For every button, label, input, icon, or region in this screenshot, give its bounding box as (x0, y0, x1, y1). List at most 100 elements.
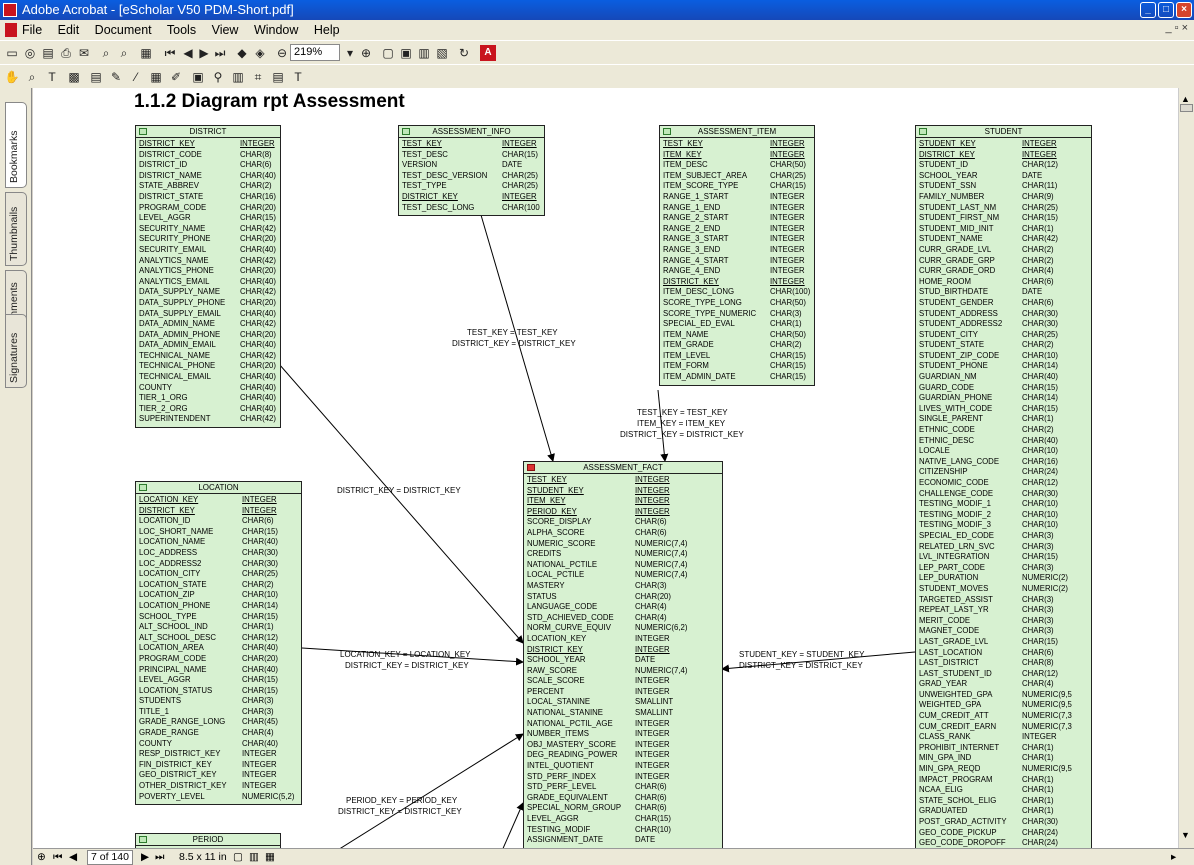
column-name: CUM_CREDIT_EARN (919, 721, 997, 731)
column-name: SCORE_DISPLAY (527, 517, 592, 527)
text-select-icon[interactable]: T (44, 69, 60, 85)
organizer-icon[interactable]: ◎ (22, 45, 38, 61)
scroll-right-icon[interactable]: ▸ (1171, 849, 1176, 865)
menu-document[interactable]: Document (95, 23, 152, 37)
last-page-icon[interactable]: ⏭ (212, 45, 228, 61)
column-type: CHAR(40) (242, 537, 278, 547)
column-name: ITEM_NAME (663, 329, 709, 339)
stamp-tool-icon[interactable]: ▦ (148, 69, 164, 85)
text-touchup-icon[interactable]: T (290, 69, 306, 85)
tab-thumbnails[interactable]: Thumbnails (5, 192, 27, 266)
table-icon (139, 836, 147, 843)
document-window-controls[interactable]: _ ▫ × (1165, 22, 1188, 34)
continuous-icon[interactable]: ▥ (249, 849, 259, 865)
status-nav-icon[interactable]: ⊕ (37, 849, 46, 865)
column-type: CHAR(15) (1022, 213, 1058, 223)
actual-size-icon[interactable]: ▢ (380, 45, 396, 61)
crop-tool-icon[interactable]: ⌗ (250, 69, 266, 85)
facing-icon[interactable]: ▦ (265, 849, 275, 865)
email-icon[interactable]: ✉ (76, 45, 92, 61)
column-type: CHAR(15) (635, 814, 671, 823)
next-page-icon[interactable]: ▶ (196, 45, 212, 61)
table-student: STUDENT STUDENT_KEY INTEGER DISTRICT_KEY INT… (915, 125, 1092, 848)
menu-help[interactable]: Help (314, 23, 340, 37)
line-tool-icon[interactable]: ⁄ (128, 69, 144, 85)
document-page[interactable]: 1.1.2 Diagram rpt Assessment DISTRICT DIS… (33, 88, 1178, 848)
column-type: CHAR(10) (635, 824, 671, 834)
first-page-icon[interactable]: ⏮ (162, 45, 178, 61)
column-name: STUDENT_FIRST_NM (919, 213, 1000, 223)
menu-window[interactable]: Window (254, 23, 298, 37)
menu-edit[interactable]: Edit (58, 23, 80, 37)
column-type: CHAR(20) (635, 591, 671, 601)
column-row: ALT_SCHOOL_IND CHAR(1) (136, 622, 301, 633)
minimize-icon[interactable]: _ (1140, 2, 1156, 18)
fit-page-icon[interactable]: ▣ (398, 45, 414, 61)
column-row: POST_GRAD_ACTIVITY CHAR(30) (916, 817, 1091, 828)
column-name: LEVEL_AGGR (139, 675, 191, 685)
back-icon[interactable]: ◆ (234, 45, 250, 61)
column-type: NUMERIC(7,4) (635, 549, 688, 559)
column-type: INTEGER (242, 781, 277, 791)
note-tool-icon[interactable]: ▤ (88, 69, 104, 85)
maximize-icon[interactable]: □ (1158, 2, 1174, 18)
adobe-logo-icon[interactable]: A (480, 45, 496, 61)
menu-tools[interactable]: Tools (167, 23, 196, 37)
menu-file[interactable]: File (22, 23, 42, 37)
scroll-down-icon[interactable]: ▼ (1181, 830, 1190, 840)
touchup-tool-icon[interactable]: ▤ (270, 69, 286, 85)
fit-visible-icon[interactable]: ▧ (434, 45, 450, 61)
column-type: CHAR(25) (770, 170, 806, 180)
find-icon[interactable]: ⌕ (116, 45, 132, 61)
column-name: GRADE_RANGE_LONG (139, 717, 226, 727)
snapshot-icon[interactable]: ▩ (66, 69, 82, 85)
hand-tool-icon[interactable]: ✋ (4, 69, 20, 85)
fit-width-icon[interactable]: ▥ (416, 45, 432, 61)
scroll-up-icon[interactable]: ▲ (1181, 94, 1190, 104)
tab-signatures[interactable]: Signatures (5, 314, 27, 388)
save-icon[interactable]: ▤ (40, 45, 56, 61)
tab-bookmarks[interactable]: Bookmarks (5, 102, 27, 188)
pages-icon[interactable]: ▦ (138, 45, 154, 61)
previous-page-icon[interactable]: ◀ (180, 45, 196, 61)
table-icon (919, 128, 927, 135)
print-icon[interactable]: ⎙ (58, 45, 74, 61)
vertical-scrollbar[interactable]: ▲ ▼ (1178, 88, 1194, 848)
form-tool-icon[interactable]: ▣ (190, 69, 206, 85)
link-tool-icon[interactable]: ✐ (168, 69, 184, 85)
movie-tool-icon[interactable]: ▥ (230, 69, 246, 85)
attach-icon[interactable]: ⚲ (210, 69, 226, 85)
column-type: CHAR(2) (1022, 244, 1054, 254)
single-page-icon[interactable]: ▢ (233, 849, 243, 865)
zoom-dropdown-icon[interactable]: ▾ (342, 45, 358, 61)
column-type: CHAR(6) (242, 516, 274, 526)
first-page-icon[interactable]: ⏮ (53, 849, 62, 865)
close-icon[interactable]: × (1176, 2, 1192, 18)
page-number-field[interactable]: 7 of 140 (87, 850, 133, 865)
scroll-thumb[interactable] (1180, 104, 1193, 112)
rotate-icon[interactable]: ↻ (456, 45, 472, 61)
zoom-in-icon[interactable]: ⊕ (358, 45, 374, 61)
open-icon[interactable]: ▭ (4, 45, 20, 61)
zoom-tool-icon[interactable]: ⌕ (24, 69, 40, 85)
column-name: TESTING_MODIF_3 (919, 520, 991, 530)
previous-page-icon[interactable]: ◀ (69, 849, 77, 865)
search-icon[interactable]: ⌕ (98, 45, 114, 61)
column-row: DISTRICT_KEY INTEGER (136, 506, 301, 517)
zoom-level-field[interactable]: 219% (290, 44, 340, 61)
zoom-out-icon[interactable]: ⊖ (274, 45, 290, 61)
menu-view[interactable]: View (212, 23, 239, 37)
column-name: HOME_ROOM (919, 276, 971, 286)
last-page-icon[interactable]: ⏭ (155, 849, 164, 865)
column-name: SUPERINTENDENT (139, 414, 211, 424)
pencil-tool-icon[interactable]: ✎ (108, 69, 124, 85)
column-row: LEVEL_AGGR CHAR(15) (136, 213, 280, 224)
next-page-icon[interactable]: ▶ (141, 849, 149, 865)
column-row: VERSION DATE (399, 160, 544, 171)
column-row: ITEM_SCORE_TYPE CHAR(15) (660, 181, 814, 192)
join-label: TEST_KEY = TEST_KEY (637, 408, 728, 417)
column-name: GEO_DISTRICT_KEY (139, 770, 217, 780)
forward-icon[interactable]: ◈ (252, 45, 268, 61)
column-row: STUDENT_MOVES NUMERIC(2) (916, 584, 1091, 595)
column-row: GRADE_RANGE CHAR(4) (136, 728, 301, 739)
